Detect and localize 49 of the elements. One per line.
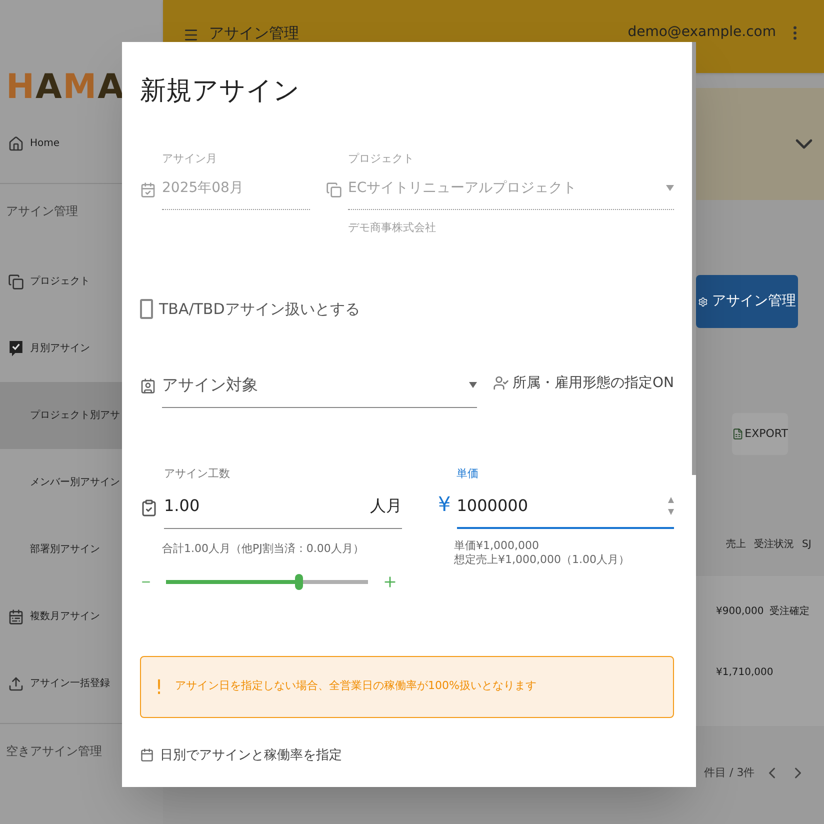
logo: HAMA <box>6 70 125 104</box>
clipboard-check-icon <box>140 499 158 517</box>
section-heading: アサイン管理 <box>6 204 78 218</box>
alert-mark: ! <box>155 674 164 700</box>
dropdown-arrow-icon <box>666 185 674 191</box>
upload-icon <box>8 676 24 692</box>
assign-manage-button[interactable]: アサイン管理 <box>696 275 798 328</box>
export-button[interactable]: EXPORT <box>732 413 788 455</box>
dropdown-arrow-icon <box>468 382 476 388</box>
user-check-icon <box>492 375 508 391</box>
home-icon <box>8 136 24 152</box>
page-title: アサイン管理 <box>209 23 299 44</box>
effort-field[interactable]: アサイン工数 1.00 人月 <box>164 466 402 529</box>
price-note: 単価¥1,000,000 <box>454 539 540 553</box>
table-cell-text: ¥1,710,000 <box>716 666 774 680</box>
slider-thumb[interactable] <box>295 574 304 590</box>
sidebar-item[interactable]: Home <box>0 110 163 177</box>
check-bubble-icon <box>8 338 24 358</box>
column-header: SJ <box>802 538 812 552</box>
dialog-title: 新規アサイン <box>140 75 301 108</box>
copy-icon <box>8 274 24 290</box>
section-heading: 空きアサイン管理 <box>6 744 102 758</box>
sidebar-item[interactable]: 複数月アサイン <box>0 583 163 650</box>
currency-sign: ¥ <box>438 491 451 518</box>
calendar-icon <box>140 748 154 762</box>
tba-checkbox[interactable] <box>140 299 153 320</box>
column-header: 売上 <box>726 538 746 552</box>
spinner-icon[interactable] <box>668 495 674 517</box>
spreadsheet-icon <box>732 427 744 441</box>
daily-assign-toggle[interactable]: 日別でアサインと稼働率を指定 <box>160 746 342 765</box>
effort-total: 合計1.00人月（他PJ割当済：0.00人月） <box>162 541 365 557</box>
table-cell-text: ¥900,000 <box>716 605 764 619</box>
filter-toggle-label[interactable]: 所属・雇用形態の指定ON <box>512 372 674 394</box>
price-note: 想定売上¥1,000,000（1.00人月） <box>454 553 630 567</box>
page-range: 件目 / 3件 <box>704 764 755 781</box>
calendar-icon <box>8 608 24 624</box>
copy-icon <box>326 182 342 198</box>
assign-target-select[interactable]: アサイン対象 <box>162 372 476 408</box>
menu-icon[interactable] <box>183 27 199 43</box>
id-card-icon <box>140 378 156 394</box>
price-field[interactable]: 単価 1000000 <box>456 466 674 529</box>
user-email[interactable]: demo@example.com <box>628 22 776 43</box>
settings-icon <box>698 294 708 308</box>
table-cell-text: 受注確定 <box>770 604 810 619</box>
plus-icon[interactable] <box>382 574 398 590</box>
alert-text: アサイン日を指定しない場合、全営業日の稼働率が100%扱いとなります <box>175 678 536 694</box>
column-header: 受注状況 <box>754 538 794 552</box>
client-name: デモ商事株式会社 <box>348 220 437 236</box>
calendar-check-icon <box>140 182 156 198</box>
